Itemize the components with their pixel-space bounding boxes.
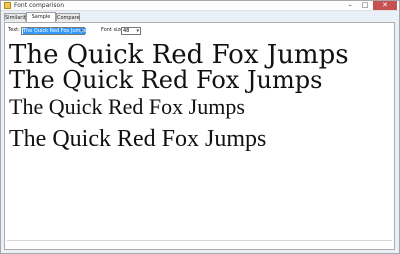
- divider: [7, 240, 392, 241]
- title-bar: Font comparison – □ ✕: [1, 1, 399, 11]
- sample-line-2: The Quick Red Fox Jumps: [9, 66, 323, 94]
- font-comparison-window: Font comparison – □ ✕ Similarity Sample …: [0, 0, 400, 254]
- font-size-combo[interactable]: 48 ▾: [121, 27, 141, 35]
- font-size-label: Font size: [101, 27, 124, 33]
- tab-similarity[interactable]: Similarity: [4, 13, 29, 21]
- text-combo[interactable]: The Quick Red Fox Jumps ▾: [21, 27, 87, 35]
- chevron-down-icon[interactable]: ▾: [80, 28, 83, 34]
- close-button[interactable]: ✕: [373, 1, 397, 10]
- text-label: Text:: [8, 27, 20, 33]
- sample-line-4: The Quick Red Fox Jumps: [9, 126, 267, 152]
- chevron-down-icon[interactable]: ▾: [136, 28, 139, 34]
- sample-text-panel: Text: The Quick Red Fox Jumps ▾ Font siz…: [4, 22, 395, 250]
- window-title: Font comparison: [14, 2, 65, 9]
- minimize-button[interactable]: –: [343, 1, 357, 10]
- text-combo-value: The Quick Red Fox Jumps: [23, 28, 87, 34]
- app-icon: [4, 2, 11, 9]
- sample-line-3: The Quick Red Fox Jumps: [9, 94, 245, 119]
- tab-compare[interactable]: Compare: [56, 13, 80, 21]
- maximize-button[interactable]: □: [358, 1, 372, 10]
- tab-sample-text[interactable]: Sample text: [26, 12, 56, 28]
- font-size-value: 48: [123, 28, 130, 34]
